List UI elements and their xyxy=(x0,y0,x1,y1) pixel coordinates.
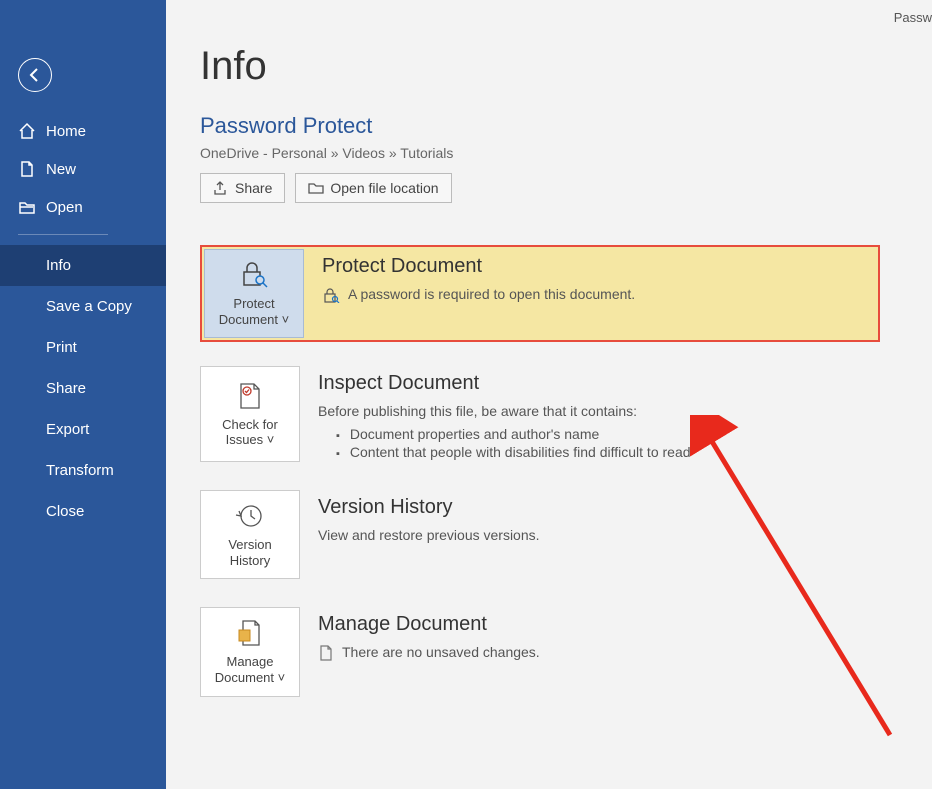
chevron-down-icon: ˅ xyxy=(278,670,286,685)
lock-small-icon xyxy=(322,287,340,303)
document-title: Password Protect xyxy=(200,113,932,139)
main-panel: Info Password Protect OneDrive - Persona… xyxy=(166,0,932,789)
protect-title: Protect Document xyxy=(322,255,876,278)
inspect-bullets: Document properties and author's name Co… xyxy=(318,426,880,460)
protect-desc: A password is required to open this docu… xyxy=(348,284,635,305)
share-icon xyxy=(213,181,229,195)
home-icon xyxy=(18,122,36,140)
check-issues-tile[interactable]: Check for Issues ˅ xyxy=(200,366,300,462)
chevron-down-icon: ˅ xyxy=(267,432,275,447)
new-doc-icon xyxy=(18,160,36,178)
inspect-icon xyxy=(235,381,265,411)
manage-document-section: Manage Document ˅ Manage Document There … xyxy=(200,607,880,696)
open-location-label: Open file location xyxy=(330,180,438,196)
nav-close[interactable]: Close xyxy=(0,491,166,532)
inspect-document-section: Check for Issues ˅ Inspect Document Befo… xyxy=(200,366,880,462)
folder-icon xyxy=(308,181,324,195)
nav-print[interactable]: Print xyxy=(0,327,166,368)
back-button[interactable] xyxy=(18,58,52,92)
share-label: Share xyxy=(235,180,272,196)
backstage-sidebar: Home New Open Info Save a Copy Print Sha… xyxy=(0,0,166,789)
nav-home[interactable]: Home xyxy=(0,112,166,150)
history-icon xyxy=(235,501,265,531)
manage-document-tile[interactable]: Manage Document ˅ xyxy=(200,607,300,696)
nav-divider xyxy=(18,234,108,235)
manage-desc: There are no unsaved changes. xyxy=(342,642,540,663)
inspect-title: Inspect Document xyxy=(318,372,880,395)
inspect-bullet: Content that people with disabilities fi… xyxy=(318,444,880,460)
action-row: Share Open file location xyxy=(200,173,932,203)
back-arrow-icon xyxy=(27,67,43,83)
share-button[interactable]: Share xyxy=(200,173,285,203)
open-folder-icon xyxy=(18,198,36,216)
version-desc: View and restore previous versions. xyxy=(318,525,880,546)
nav-export[interactable]: Export xyxy=(0,409,166,450)
nav-open[interactable]: Open xyxy=(0,188,166,226)
inspect-desc: Before publishing this file, be aware th… xyxy=(318,401,880,422)
breadcrumb: OneDrive - Personal » Videos » Tutorials xyxy=(200,145,932,161)
protect-tile-label: Protect Document ˅ xyxy=(211,296,297,327)
manage-doc-icon xyxy=(235,618,265,648)
doc-small-icon xyxy=(318,645,334,661)
version-history-tile[interactable]: Version History xyxy=(200,490,300,579)
nav-home-label: Home xyxy=(46,123,86,140)
version-history-label: Version History xyxy=(207,537,293,568)
lock-key-icon xyxy=(237,260,271,290)
inspect-bullet: Document properties and author's name xyxy=(318,426,880,442)
manage-title: Manage Document xyxy=(318,613,880,636)
nav-new-label: New xyxy=(46,161,76,178)
protect-document-tile[interactable]: Protect Document ˅ xyxy=(204,249,304,338)
nav-new[interactable]: New xyxy=(0,150,166,188)
version-history-section: Version History Version History View and… xyxy=(200,490,880,579)
page-title: Info xyxy=(200,44,932,89)
nav-share[interactable]: Share xyxy=(0,368,166,409)
nav-info[interactable]: Info xyxy=(0,245,166,286)
manage-doc-label: Manage Document ˅ xyxy=(207,654,293,685)
nav-open-label: Open xyxy=(46,199,83,216)
version-title: Version History xyxy=(318,496,880,519)
chevron-down-icon: ˅ xyxy=(282,312,290,327)
nav-save-copy[interactable]: Save a Copy xyxy=(0,286,166,327)
check-issues-label: Check for Issues ˅ xyxy=(207,417,293,448)
nav-transform[interactable]: Transform xyxy=(0,450,166,491)
protect-document-section: Protect Document ˅ Protect Document A pa… xyxy=(200,245,880,342)
open-location-button[interactable]: Open file location xyxy=(295,173,451,203)
